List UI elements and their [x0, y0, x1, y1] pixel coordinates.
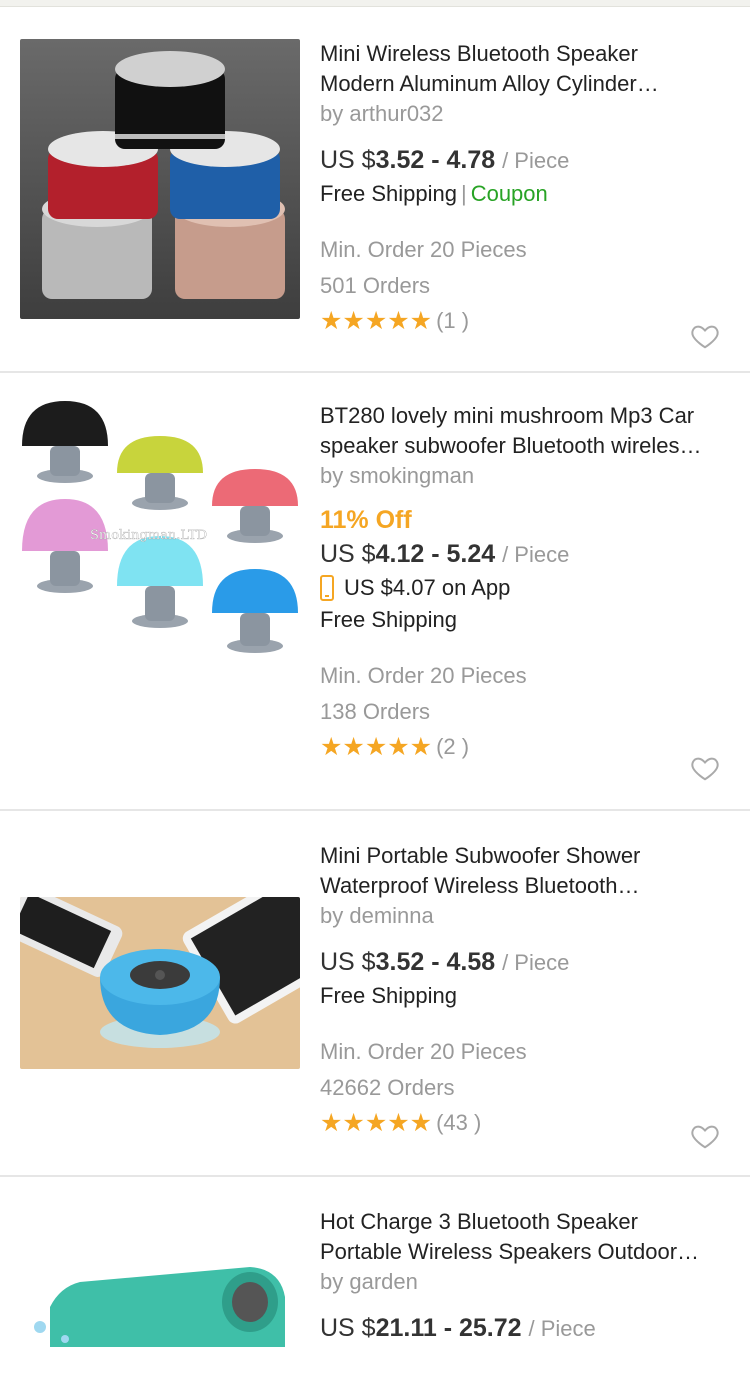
- price-unit: / Piece: [528, 1316, 596, 1341]
- portable-speaker-image: [20, 1247, 300, 1347]
- price: US $3.52 - 4.78 / Piece: [320, 143, 740, 178]
- orders-count: 138 Orders: [320, 699, 431, 724]
- title-line-1[interactable]: Mini Portable Subwoofer Shower: [320, 841, 740, 871]
- product-title[interactable]: BT280 lovely mini mushroom Mp3 Car speak…: [320, 401, 740, 461]
- title-line-1[interactable]: Mini Wireless Bluetooth Speaker: [320, 39, 740, 69]
- product-title[interactable]: Mini Wireless Bluetooth Speaker Modern A…: [320, 39, 740, 99]
- speaker-cylinders-image: [20, 39, 300, 319]
- price: US $4.12 - 5.24 / Piece: [320, 537, 740, 572]
- shower-speaker-image: [20, 897, 300, 1069]
- product-image[interactable]: [20, 897, 300, 1069]
- price-prefix: US $: [320, 146, 376, 174]
- price-unit: / Piece: [502, 542, 570, 567]
- phone-icon: [320, 575, 334, 601]
- mushroom-speakers-image: Smokingman.LTD: [20, 401, 300, 681]
- seller-name[interactable]: by deminna: [320, 901, 740, 931]
- product-card[interactable]: Hot Charge 3 Bluetooth Speaker Portable …: [0, 1177, 750, 1377]
- title-line-2[interactable]: Waterproof Wireless Bluetooth…: [320, 871, 740, 901]
- top-bar: [0, 0, 750, 7]
- product-title[interactable]: Hot Charge 3 Bluetooth Speaker Portable …: [320, 1207, 740, 1267]
- review-count: (2 ): [436, 734, 470, 759]
- heart-icon[interactable]: [690, 753, 720, 783]
- product-card[interactable]: Mini Portable Subwoofer Shower Waterproo…: [0, 811, 750, 1177]
- rating: ★★★★★ (1 ): [320, 304, 740, 338]
- orders-count: 42662 Orders: [320, 1075, 455, 1100]
- star-rating-icon: ★★★★★: [320, 733, 433, 761]
- price-range: 3.52 - 4.58: [375, 948, 496, 976]
- price: US $21.11 - 25.72 / Piece: [320, 1311, 740, 1346]
- price-range: 4.12 - 5.24: [375, 540, 496, 568]
- review-count: (1 ): [436, 308, 470, 333]
- price: US $3.52 - 4.58 / Piece: [320, 945, 740, 980]
- price-prefix: US $: [320, 540, 376, 568]
- title-line-2[interactable]: Portable Wireless Speakers Outdoor…: [320, 1237, 740, 1267]
- product-card[interactable]: Smokingman.LTD BT280 lovely mini mushroo…: [0, 373, 750, 811]
- title-line-2[interactable]: Modern Aluminum Alloy Cylinder…: [320, 69, 740, 99]
- star-rating-icon: ★★★★★: [320, 307, 433, 335]
- price-unit: / Piece: [502, 950, 570, 975]
- app-price: US $4.07 on App: [320, 572, 740, 604]
- shipping-label: Free Shipping: [320, 607, 457, 632]
- price-range: 21.11 - 25.72: [375, 1314, 522, 1342]
- price-prefix: US $: [320, 1314, 376, 1342]
- shipping-label: Free Shipping: [320, 181, 457, 206]
- price-range: 3.52 - 4.78: [375, 146, 496, 174]
- star-rating-icon: ★★★★★: [320, 1109, 433, 1137]
- coupon-link[interactable]: Coupon: [471, 181, 548, 206]
- price-unit: / Piece: [502, 148, 570, 173]
- min-order: Min. Order 20 Pieces: [320, 1039, 527, 1064]
- shipping-info: Free Shipping | Coupon: [320, 178, 740, 210]
- heart-icon[interactable]: [690, 1121, 720, 1151]
- heart-icon[interactable]: [690, 321, 720, 351]
- title-line-1[interactable]: Hot Charge 3 Bluetooth Speaker: [320, 1207, 740, 1237]
- product-image[interactable]: Smokingman.LTD: [20, 401, 300, 681]
- title-line-2[interactable]: speaker subwoofer Bluetooth wireles…: [320, 431, 740, 461]
- product-image[interactable]: [20, 1247, 300, 1347]
- product-card[interactable]: Mini Wireless Bluetooth Speaker Modern A…: [0, 7, 750, 373]
- rating: ★★★★★ (43 ): [320, 1106, 740, 1140]
- product-image[interactable]: [20, 39, 300, 319]
- review-count: (43 ): [436, 1110, 482, 1135]
- seller-name[interactable]: by garden: [320, 1267, 740, 1297]
- app-price-label: US $4.07 on App: [344, 575, 511, 600]
- seller-name[interactable]: by smokingman: [320, 461, 740, 491]
- shipping-label: Free Shipping: [320, 983, 457, 1008]
- rating: ★★★★★ (2 ): [320, 730, 740, 764]
- seller-name[interactable]: by arthur032: [320, 99, 740, 129]
- product-title[interactable]: Mini Portable Subwoofer Shower Waterproo…: [320, 841, 740, 901]
- image-watermark: Smokingman.LTD: [90, 528, 207, 543]
- discount-badge: 11% Off: [320, 506, 412, 534]
- shipping-info: Free Shipping: [320, 604, 740, 636]
- price-prefix: US $: [320, 948, 376, 976]
- min-order: Min. Order 20 Pieces: [320, 237, 527, 262]
- separator: |: [460, 181, 467, 206]
- min-order: Min. Order 20 Pieces: [320, 663, 527, 688]
- orders-count: 501 Orders: [320, 273, 431, 298]
- shipping-info: Free Shipping: [320, 980, 740, 1012]
- title-line-1[interactable]: BT280 lovely mini mushroom Mp3 Car: [320, 401, 740, 431]
